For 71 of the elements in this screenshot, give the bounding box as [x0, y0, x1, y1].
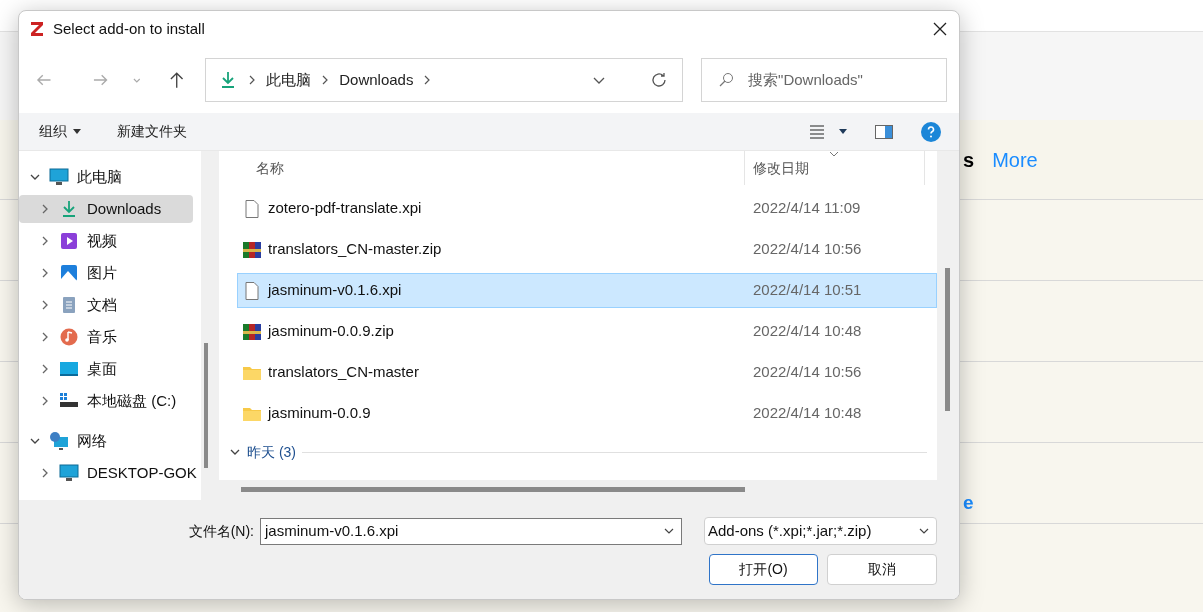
dropdown-icon [73, 128, 81, 135]
filename-label: 文件名(N): [188, 521, 254, 541]
preview-pane-icon[interactable] [875, 124, 893, 139]
search-icon [718, 72, 735, 88]
file-icon [242, 198, 262, 219]
window-title: Select add-on to install [53, 18, 206, 39]
archive-icon [242, 321, 262, 342]
file-row[interactable]: jasminum-0.0.9.zip 2022/4/14 10:48 [237, 314, 937, 349]
sidebar-item[interactable]: 桌面 [19, 355, 193, 383]
scrollbar-thumb[interactable] [204, 343, 208, 468]
file-icon [242, 280, 262, 301]
file-row[interactable]: translators_CN-master.zip 2022/4/14 10:56 [237, 232, 937, 267]
refresh-icon[interactable] [650, 71, 669, 89]
chevron-right-icon [423, 75, 432, 85]
sort-chevron-icon [829, 151, 839, 157]
modified-date: 2022/4/14 10:56 [752, 362, 862, 383]
sidebar-item[interactable]: Downloads [19, 195, 193, 223]
file-row[interactable]: jasminum-v0.1.6.xpi 2022/4/14 10:51 [237, 273, 937, 308]
monitor-icon [49, 167, 69, 187]
sidebar-item[interactable]: 文档 [19, 291, 193, 319]
chevron-right-icon [321, 75, 330, 85]
chevron-right-icon [248, 75, 257, 85]
breadcrumb-item[interactable]: Downloads [339, 68, 414, 92]
filename-field[interactable]: jasminum-v0.1.6.xpi [260, 517, 682, 545]
modified-date: 2022/4/14 10:48 [752, 321, 862, 342]
modified-date: 2022/4/14 10:51 [752, 280, 862, 301]
address-bar[interactable]: 此电脑 Downloads [205, 58, 684, 102]
search-field[interactable]: 搜索"Downloads" [701, 58, 947, 102]
list-view-icon[interactable] [809, 124, 825, 139]
file-name: zotero-pdf-translate.xpi [268, 198, 422, 219]
file-name: translators_CN-master.zip [268, 239, 442, 260]
sidebar-item[interactable]: 此电脑 [19, 163, 193, 191]
file-name: jasminum-0.0.9 [268, 403, 371, 424]
file-name: jasminum-v0.1.6.xpi [268, 280, 402, 301]
modified-date: 2022/4/14 10:48 [752, 403, 862, 424]
monitor-icon [59, 463, 79, 483]
cancel-button[interactable]: 取消 [827, 554, 937, 585]
network-icon [49, 431, 69, 451]
scrollbar-thumb[interactable] [241, 487, 745, 492]
organize-menu[interactable]: 组织 [39, 121, 81, 142]
sidebar-item[interactable]: 视频 [19, 227, 193, 255]
file-row[interactable]: translators_CN-master 2022/4/14 10:56 [237, 355, 937, 390]
column-header[interactable]: 名称 [219, 157, 744, 179]
file-name: jasminum-0.0.9.zip [268, 321, 394, 342]
sidebar-item[interactable]: 音乐 [19, 323, 193, 351]
dropdown-icon[interactable] [839, 128, 847, 135]
file-row[interactable]: zotero-pdf-translate.xpi 2022/4/14 11:09 [237, 191, 937, 226]
open-button[interactable]: 打开(O) [709, 554, 818, 585]
sidebar-item[interactable]: 本地磁盘 (C:) [19, 387, 193, 415]
music-icon [59, 327, 79, 347]
modified-date: 2022/4/14 11:09 [752, 198, 861, 219]
file-type-dropdown[interactable]: Add-ons (*.xpi;*.jar;*.zip) [704, 517, 937, 545]
picture-icon [59, 263, 79, 283]
close-icon[interactable] [933, 22, 947, 36]
file-name: translators_CN-master [268, 362, 419, 383]
desktop-icon [59, 359, 79, 379]
up-arrow-icon[interactable] [168, 71, 186, 89]
sidebar-item[interactable]: 网络 [19, 427, 193, 455]
file-row[interactable]: jasminum-0.0.9 2022/4/14 10:48 [237, 396, 937, 431]
nav-text: s [963, 147, 975, 173]
scrollbar-thumb[interactable] [945, 268, 950, 411]
new-folder-button[interactable]: 新建文件夹 [117, 121, 187, 142]
help-icon[interactable] [921, 121, 941, 142]
breadcrumb-item[interactable]: 此电脑 [266, 68, 312, 92]
video-icon [59, 231, 79, 251]
archive-icon [242, 239, 262, 260]
group-header[interactable]: 昨天 (3) [247, 441, 296, 463]
sidebar-item[interactable]: 图片 [19, 259, 193, 287]
column-header[interactable]: 修改日期 [753, 157, 809, 179]
modified-date: 2022/4/14 10:56 [752, 239, 862, 260]
app-logo-icon [29, 21, 45, 37]
